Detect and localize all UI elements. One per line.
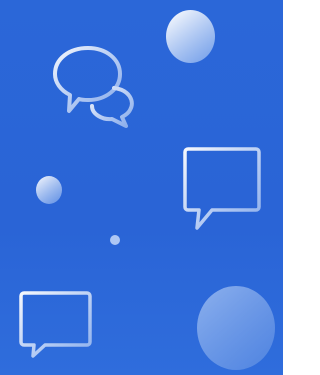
decorative-circle-bottom [197, 286, 275, 370]
decorative-circle-top [166, 10, 215, 63]
decorative-circle-left [36, 176, 62, 204]
illustration-canvas [0, 0, 283, 375]
chat-bubbles-icon [52, 44, 136, 128]
decorative-dot [110, 235, 120, 245]
message-lines-icon [182, 146, 262, 232]
message-line-icon [19, 290, 95, 358]
